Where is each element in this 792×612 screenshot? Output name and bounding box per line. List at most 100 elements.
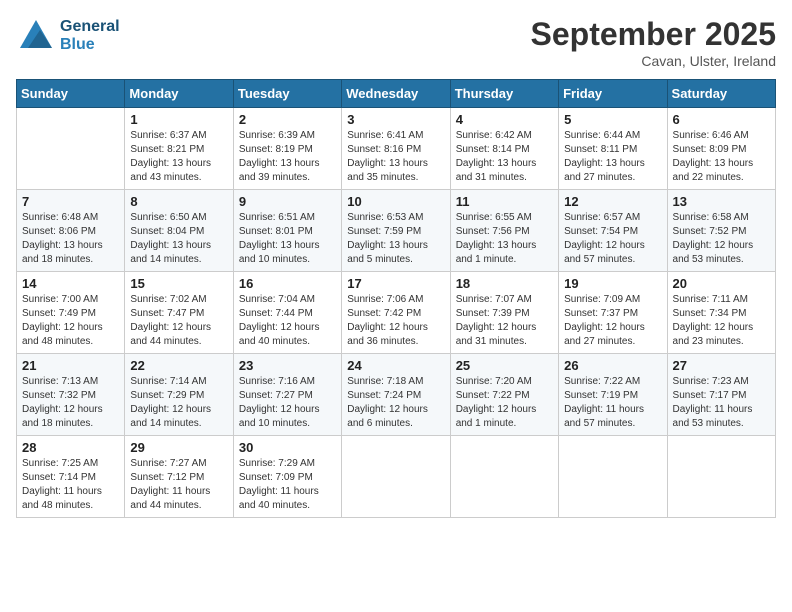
day-number: 20 xyxy=(673,276,770,291)
calendar-cell: 29 Sunrise: 7:27 AM Sunset: 7:12 PM Dayli… xyxy=(125,436,233,518)
calendar-cell: 19 Sunrise: 7:09 AM Sunset: 7:37 PM Dayli… xyxy=(559,272,667,354)
day-info: Sunrise: 7:00 AM Sunset: 7:49 PM Dayligh… xyxy=(22,293,119,349)
day-number: 15 xyxy=(130,276,227,291)
day-number: 7 xyxy=(22,194,119,209)
page-header: General Blue September 2025 Cavan, Ulste… xyxy=(16,16,776,69)
day-info: Sunrise: 6:48 AM Sunset: 8:06 PM Dayligh… xyxy=(22,211,119,267)
day-number: 26 xyxy=(564,358,661,373)
day-info: Sunrise: 7:04 AM Sunset: 7:44 PM Dayligh… xyxy=(239,293,336,349)
calendar-cell: 26 Sunrise: 7:22 AM Sunset: 7:19 PM Dayli… xyxy=(559,354,667,436)
calendar-cell: 3 Sunrise: 6:41 AM Sunset: 8:16 PM Daylig… xyxy=(342,108,450,190)
day-info: Sunrise: 6:41 AM Sunset: 8:16 PM Dayligh… xyxy=(347,129,444,185)
day-info: Sunrise: 6:58 AM Sunset: 7:52 PM Dayligh… xyxy=(673,211,770,267)
day-info: Sunrise: 7:07 AM Sunset: 7:39 PM Dayligh… xyxy=(456,293,553,349)
day-number: 21 xyxy=(22,358,119,373)
calendar-cell xyxy=(17,108,125,190)
day-number: 17 xyxy=(347,276,444,291)
calendar-cell xyxy=(450,436,558,518)
column-header-wednesday: Wednesday xyxy=(342,80,450,108)
logo-blue: Blue xyxy=(60,36,120,54)
day-info: Sunrise: 7:06 AM Sunset: 7:42 PM Dayligh… xyxy=(347,293,444,349)
day-number: 2 xyxy=(239,112,336,127)
day-info: Sunrise: 6:46 AM Sunset: 8:09 PM Dayligh… xyxy=(673,129,770,185)
calendar-cell: 23 Sunrise: 7:16 AM Sunset: 7:27 PM Dayli… xyxy=(233,354,341,436)
calendar-cell: 16Sunrise: 7:04 AM Sunset: 7:44 PM Dayli… xyxy=(233,272,341,354)
column-header-friday: Friday xyxy=(559,80,667,108)
day-info: Sunrise: 6:44 AM Sunset: 8:11 PM Dayligh… xyxy=(564,129,661,185)
day-number: 23 xyxy=(239,358,336,373)
day-number: 29 xyxy=(130,440,227,455)
calendar-cell: 11Sunrise: 6:55 AM Sunset: 7:56 PM Dayli… xyxy=(450,190,558,272)
day-info: Sunrise: 6:39 AM Sunset: 8:19 PM Dayligh… xyxy=(239,129,336,185)
column-header-thursday: Thursday xyxy=(450,80,558,108)
day-info: Sunrise: 7:09 AM Sunset: 7:37 PM Dayligh… xyxy=(564,293,661,349)
calendar-cell: 28 Sunrise: 7:25 AM Sunset: 7:14 PM Dayli… xyxy=(17,436,125,518)
day-number: 24 xyxy=(347,358,444,373)
calendar-table: SundayMondayTuesdayWednesdayThursdayFrid… xyxy=(16,79,776,518)
day-info: Sunrise: 6:53 AM Sunset: 7:59 PM Dayligh… xyxy=(347,211,444,267)
day-info: Sunrise: 7:16 AM Sunset: 7:27 PM Dayligh… xyxy=(239,375,336,431)
calendar-cell: 6 Sunrise: 6:46 AM Sunset: 8:09 PM Daylig… xyxy=(667,108,775,190)
logo: General Blue xyxy=(16,16,120,56)
day-info: Sunrise: 6:42 AM Sunset: 8:14 PM Dayligh… xyxy=(456,129,553,185)
day-number: 28 xyxy=(22,440,119,455)
day-info: Sunrise: 7:11 AM Sunset: 7:34 PM Dayligh… xyxy=(673,293,770,349)
calendar-cell: 5Sunrise: 6:44 AM Sunset: 8:11 PM Daylig… xyxy=(559,108,667,190)
day-number: 19 xyxy=(564,276,661,291)
day-number: 12 xyxy=(564,194,661,209)
day-number: 30 xyxy=(239,440,336,455)
day-number: 3 xyxy=(347,112,444,127)
calendar-cell: 15 Sunrise: 7:02 AM Sunset: 7:47 PM Dayli… xyxy=(125,272,233,354)
location-subtitle: Cavan, Ulster, Ireland xyxy=(531,53,776,69)
day-number: 8 xyxy=(130,194,227,209)
day-number: 27 xyxy=(673,358,770,373)
calendar-cell xyxy=(667,436,775,518)
day-info: Sunrise: 7:20 AM Sunset: 7:22 PM Dayligh… xyxy=(456,375,553,431)
calendar-cell: 22 Sunrise: 7:14 AM Sunset: 7:29 PM Dayli… xyxy=(125,354,233,436)
day-info: Sunrise: 6:37 AM Sunset: 8:21 PM Dayligh… xyxy=(130,129,227,185)
calendar-cell: 30Sunrise: 7:29 AM Sunset: 7:09 PM Dayli… xyxy=(233,436,341,518)
day-info: Sunrise: 6:50 AM Sunset: 8:04 PM Dayligh… xyxy=(130,211,227,267)
day-info: Sunrise: 7:27 AM Sunset: 7:12 PM Dayligh… xyxy=(130,457,227,513)
calendar-cell: 27 Sunrise: 7:23 AM Sunset: 7:17 PM Dayli… xyxy=(667,354,775,436)
calendar-cell: 25 Sunrise: 7:20 AM Sunset: 7:22 PM Dayli… xyxy=(450,354,558,436)
day-number: 14 xyxy=(22,276,119,291)
calendar-cell: 8 Sunrise: 6:50 AM Sunset: 8:04 PM Daylig… xyxy=(125,190,233,272)
calendar-cell: 17 Sunrise: 7:06 AM Sunset: 7:42 PM Dayli… xyxy=(342,272,450,354)
day-number: 6 xyxy=(673,112,770,127)
calendar-cell: 18 Sunrise: 7:07 AM Sunset: 7:39 PM Dayli… xyxy=(450,272,558,354)
day-info: Sunrise: 6:57 AM Sunset: 7:54 PM Dayligh… xyxy=(564,211,661,267)
column-header-tuesday: Tuesday xyxy=(233,80,341,108)
calendar-cell: 1 Sunrise: 6:37 AM Sunset: 8:21 PM Daylig… xyxy=(125,108,233,190)
day-number: 9 xyxy=(239,194,336,209)
column-header-sunday: Sunday xyxy=(17,80,125,108)
day-number: 18 xyxy=(456,276,553,291)
month-title: September 2025 xyxy=(531,16,776,53)
day-info: Sunrise: 6:51 AM Sunset: 8:01 PM Dayligh… xyxy=(239,211,336,267)
calendar-cell: 4 Sunrise: 6:42 AM Sunset: 8:14 PM Daylig… xyxy=(450,108,558,190)
calendar-cell: 20 Sunrise: 7:11 AM Sunset: 7:34 PM Dayli… xyxy=(667,272,775,354)
calendar-cell: 21Sunrise: 7:13 AM Sunset: 7:32 PM Dayli… xyxy=(17,354,125,436)
calendar-cell xyxy=(559,436,667,518)
calendar-cell: 14 Sunrise: 7:00 AM Sunset: 7:49 PM Dayli… xyxy=(17,272,125,354)
day-number: 1 xyxy=(130,112,227,127)
calendar-cell: 10 Sunrise: 6:53 AM Sunset: 7:59 PM Dayli… xyxy=(342,190,450,272)
day-info: Sunrise: 7:25 AM Sunset: 7:14 PM Dayligh… xyxy=(22,457,119,513)
calendar-cell: 9 Sunrise: 6:51 AM Sunset: 8:01 PM Daylig… xyxy=(233,190,341,272)
column-header-monday: Monday xyxy=(125,80,233,108)
day-info: Sunrise: 7:18 AM Sunset: 7:24 PM Dayligh… xyxy=(347,375,444,431)
day-info: Sunrise: 7:23 AM Sunset: 7:17 PM Dayligh… xyxy=(673,375,770,431)
day-info: Sunrise: 7:22 AM Sunset: 7:19 PM Dayligh… xyxy=(564,375,661,431)
day-info: Sunrise: 7:14 AM Sunset: 7:29 PM Dayligh… xyxy=(130,375,227,431)
day-info: Sunrise: 7:02 AM Sunset: 7:47 PM Dayligh… xyxy=(130,293,227,349)
day-number: 10 xyxy=(347,194,444,209)
day-number: 25 xyxy=(456,358,553,373)
calendar-cell: 2 Sunrise: 6:39 AM Sunset: 8:19 PM Daylig… xyxy=(233,108,341,190)
day-info: Sunrise: 6:55 AM Sunset: 7:56 PM Dayligh… xyxy=(456,211,553,267)
logo-general: General xyxy=(60,18,120,36)
calendar-cell: 24 Sunrise: 7:18 AM Sunset: 7:24 PM Dayli… xyxy=(342,354,450,436)
calendar-cell: 13Sunrise: 6:58 AM Sunset: 7:52 PM Dayli… xyxy=(667,190,775,272)
day-number: 4 xyxy=(456,112,553,127)
title-block: September 2025 Cavan, Ulster, Ireland xyxy=(531,16,776,69)
day-number: 22 xyxy=(130,358,227,373)
